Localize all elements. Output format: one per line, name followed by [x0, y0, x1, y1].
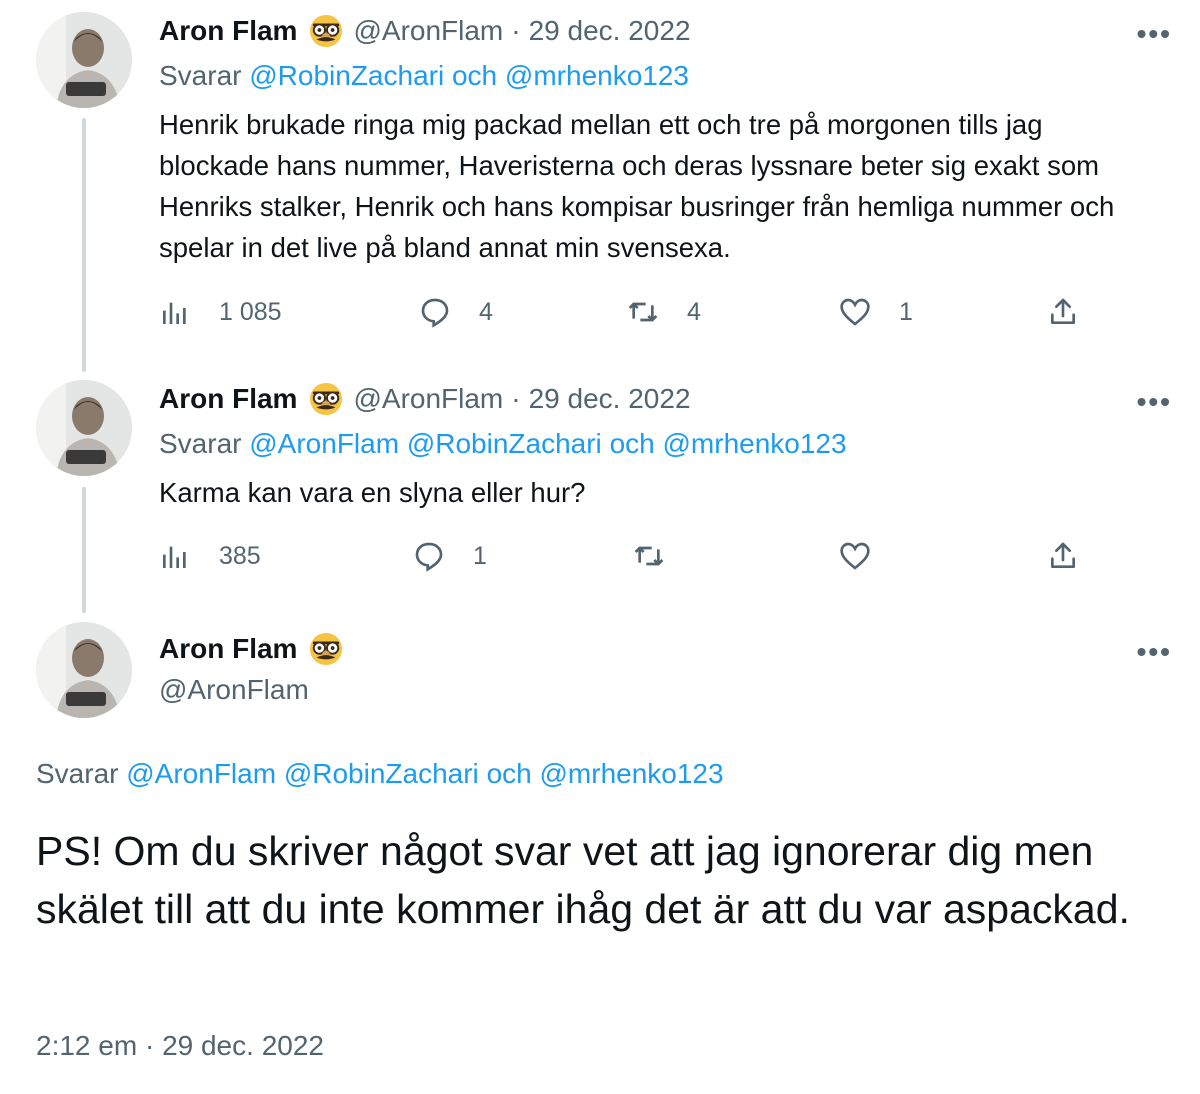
main-tweet-text: PS! Om du skriver något svar vet att jag… — [36, 828, 1130, 932]
reply-icon — [421, 298, 449, 328]
and-word: och — [451, 60, 498, 91]
tweet-time: 2:12 em — [36, 1030, 138, 1061]
more-icon[interactable]: ••• — [1137, 18, 1172, 50]
share-button[interactable] — [1047, 540, 1107, 572]
like-button[interactable]: 1 — [839, 296, 913, 328]
reply-prefix: Svarar — [159, 60, 242, 91]
reply-button[interactable]: 1 — [413, 540, 487, 572]
author-name[interactable]: Aron Flam — [159, 383, 297, 415]
avatar-photo — [36, 622, 132, 718]
thread-line — [82, 118, 86, 372]
disguise-emoji-icon — [310, 14, 343, 48]
tweet-text: Karma kan vara en slyna eller hur? — [159, 477, 586, 508]
reply-context: Svarar @AronFlam @RobinZachari och @mrhe… — [36, 758, 724, 790]
share-button[interactable] — [1047, 296, 1107, 328]
author-handle[interactable]: @AronFlam — [353, 15, 503, 47]
retweet-button[interactable]: 4 — [627, 296, 701, 328]
views-button[interactable]: 1 085 — [159, 296, 282, 328]
thread-line — [82, 487, 86, 613]
like-count: 1 — [899, 297, 913, 326]
reply-count: 1 — [473, 541, 487, 570]
mention-link[interactable]: @RobinZachari — [407, 428, 602, 459]
retweet-button[interactable] — [633, 540, 693, 572]
share-icon — [1051, 542, 1075, 568]
and-word: och — [486, 758, 532, 789]
like-icon — [840, 298, 870, 326]
retweet-count: 4 — [687, 297, 701, 326]
like-button[interactable] — [839, 540, 899, 572]
and-word: och — [609, 428, 655, 459]
separator: · — [511, 383, 521, 414]
views-icon — [163, 302, 186, 324]
tweet-date[interactable]: 29 dec. 2022 — [529, 15, 691, 47]
action-bar: 385 1 — [159, 540, 1089, 580]
reply-prefix: Svarar — [36, 758, 119, 789]
avatar-photo — [36, 380, 132, 476]
tweet-timestamp[interactable]: 2:12 em · 29 dec. 2022 — [36, 1030, 324, 1062]
avatar-photo — [36, 12, 132, 108]
mention-link[interactable]: @RobinZachari — [249, 60, 444, 91]
views-icon — [163, 546, 186, 568]
views-button[interactable]: 385 — [159, 540, 261, 572]
mention-link[interactable]: @mrhenko123 — [663, 428, 847, 459]
tweet-date[interactable]: 29 dec. 2022 — [529, 383, 691, 415]
tweet-date: 29 dec. 2022 — [162, 1030, 324, 1061]
disguise-emoji-icon — [310, 632, 343, 666]
author-name[interactable]: Aron Flam — [159, 15, 297, 47]
more-icon[interactable]: ••• — [1137, 636, 1172, 668]
reply-button[interactable]: 4 — [419, 296, 493, 328]
avatar[interactable] — [36, 12, 132, 108]
like-icon — [840, 542, 870, 570]
reply-count: 4 — [479, 297, 493, 326]
author-name[interactable]: Aron Flam — [159, 633, 297, 665]
author-handle[interactable]: @AronFlam — [159, 674, 309, 706]
retweet-icon — [634, 546, 664, 566]
avatar[interactable] — [36, 380, 132, 476]
reply-context: Svarar @RobinZachari och @mrhenko123 — [159, 60, 689, 92]
action-bar: 1 085 4 4 1 — [159, 296, 1089, 336]
separator: · — [511, 15, 521, 46]
reply-icon — [415, 542, 443, 572]
disguise-emoji-icon — [310, 382, 343, 416]
mention-link[interactable]: @RobinZachari — [284, 758, 479, 789]
mention-link[interactable]: @mrhenko123 — [505, 60, 689, 91]
share-icon — [1051, 298, 1075, 324]
views-count: 385 — [219, 541, 261, 570]
retweet-icon — [628, 302, 658, 322]
mention-link[interactable]: @AronFlam — [126, 758, 276, 789]
views-count: 1 085 — [219, 297, 282, 326]
mention-link[interactable]: @AronFlam — [249, 428, 399, 459]
tweet-text: Henrik brukade ringa mig packad mellan e… — [159, 109, 1115, 263]
reply-prefix: Svarar — [159, 428, 242, 459]
separator: · — [144, 1030, 155, 1061]
author-handle[interactable]: @AronFlam — [353, 383, 503, 415]
mention-link[interactable]: @mrhenko123 — [540, 758, 724, 789]
more-icon[interactable]: ••• — [1137, 386, 1172, 418]
reply-context: Svarar @AronFlam @RobinZachari och @mrhe… — [159, 428, 847, 460]
avatar[interactable] — [36, 622, 132, 718]
